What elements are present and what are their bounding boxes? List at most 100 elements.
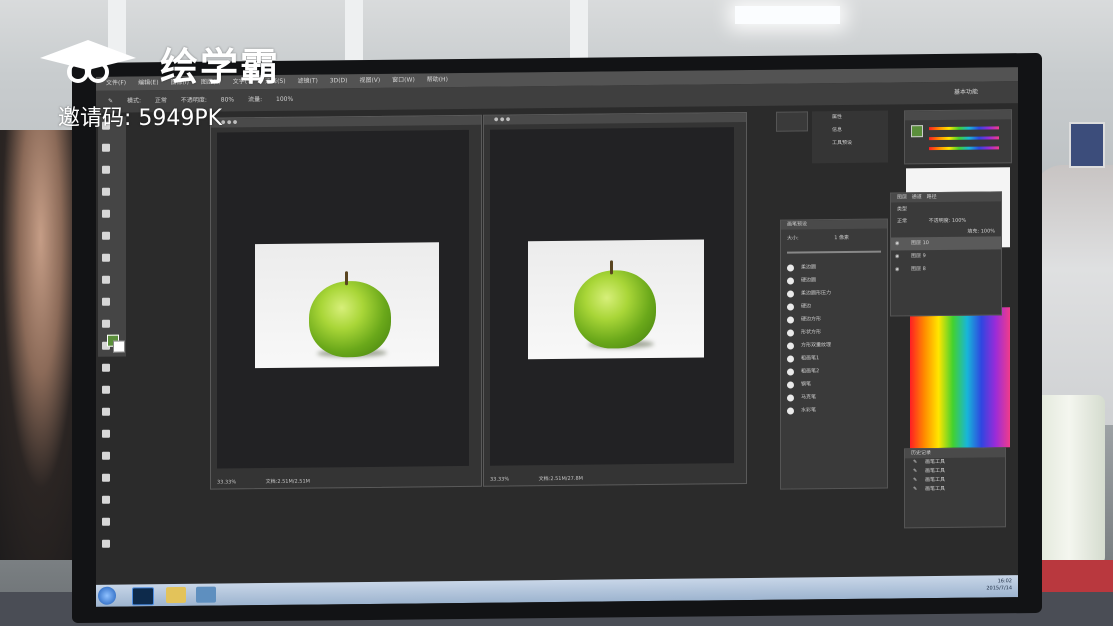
brush-tip-icon xyxy=(787,277,794,285)
document-size: 文档:2.51M/27.8M xyxy=(538,475,583,483)
blend-mode-select[interactable]: 正常 xyxy=(897,218,907,224)
tab-channels[interactable]: 通道 xyxy=(912,194,922,200)
panel-item[interactable]: 工具预设 xyxy=(812,137,888,151)
color-slider[interactable] xyxy=(929,146,999,151)
brand-title: 绘学霸 xyxy=(160,45,281,89)
panel-item[interactable]: 信息 xyxy=(812,124,888,138)
zoom-level[interactable]: 33.33% xyxy=(217,479,236,485)
layer-fill-value[interactable]: 100% xyxy=(981,228,995,234)
apple-photo-2 xyxy=(528,239,704,360)
eye-icon[interactable]: ◉ xyxy=(895,250,899,263)
menu-window[interactable]: 窗口(W) xyxy=(392,76,415,83)
flow-label: 流量: xyxy=(248,96,263,104)
monitor-screen: 文件(F) 编辑(E) 图像(I) 图层(L) 文字(Y) 选择(S) 滤镜(T… xyxy=(96,67,1018,607)
color-fg-swatch[interactable] xyxy=(911,125,923,138)
invite-code: 邀请码: 5949PK xyxy=(58,106,223,131)
brush-preset-item: 硬边 xyxy=(781,300,887,314)
layers-panel: 图层 通道 路径 类型 正常 不透明度: 100% 填充: 100% ◉ 图层 1… xyxy=(890,191,1002,317)
opacity-value[interactable]: 80% xyxy=(221,96,234,103)
layer-row[interactable]: ◉ 图层 9 xyxy=(891,249,1001,263)
document-status-1: 33.33% 文档:2.51M/2.51M xyxy=(217,477,338,486)
menu-help[interactable]: 帮助(H) xyxy=(427,76,448,83)
path-select-icon[interactable] xyxy=(102,473,110,482)
blur-tool-icon[interactable] xyxy=(102,385,110,394)
brush-preset-item: 方形双重纹理 xyxy=(781,339,887,353)
type-tool-icon[interactable] xyxy=(102,451,110,460)
shape-tool-icon[interactable] xyxy=(102,495,110,504)
panel-item[interactable]: 属性 xyxy=(812,111,888,125)
brush-tip-icon xyxy=(787,381,794,389)
tab-paths[interactable]: 路径 xyxy=(927,194,937,200)
brush-tip-icon xyxy=(787,290,794,298)
color-slider[interactable] xyxy=(929,136,999,141)
eye-icon[interactable]: ◉ xyxy=(895,237,899,250)
pen-tool-icon[interactable] xyxy=(102,429,110,438)
explorer-taskbar-icon[interactable] xyxy=(166,586,186,604)
menu-view[interactable]: 视图(V) xyxy=(359,77,380,84)
brush-preset-item: 硬边圆 xyxy=(781,274,887,288)
menu-filter[interactable]: 滤镜(T) xyxy=(298,78,318,85)
brush-preset-item: 硬边方形 xyxy=(781,313,887,327)
background-color-swatch[interactable] xyxy=(113,340,125,353)
history-item: ✎ 画笔工具 xyxy=(913,485,946,493)
dodge-tool-icon[interactable] xyxy=(102,407,110,416)
document-window-1: ● ● ● 33.33% 文档:2.51M/2.51M xyxy=(210,114,482,490)
properties-panel: 属性 信息 工具预设 xyxy=(812,110,888,164)
brush-tip-icon xyxy=(787,368,794,376)
brush-preset-item: 形状方形 xyxy=(781,326,887,340)
zoom-tool-icon[interactable] xyxy=(102,539,110,548)
start-button[interactable] xyxy=(98,586,116,605)
green-apple xyxy=(309,280,391,358)
brush-tool-icon[interactable] xyxy=(102,275,110,284)
history-panel: 历史记录 ✎ 画笔工具 ✎ 画笔工具 ✎ 画笔工具 ✎ 画笔工具 xyxy=(904,447,1006,529)
ceiling-pillar xyxy=(345,0,363,60)
layer-row[interactable]: ◉ 图层 8 xyxy=(891,262,1001,276)
color-slider[interactable] xyxy=(929,126,999,131)
workspace-select[interactable]: 基本功能 xyxy=(954,82,978,104)
stamp-tool-icon[interactable] xyxy=(102,297,110,306)
ceiling-light xyxy=(735,6,840,24)
system-clock[interactable]: 16:02 2015/7/14 xyxy=(986,578,1012,592)
brush-preset-item: 粗画笔1 xyxy=(781,352,887,366)
collapsed-panel-strip[interactable] xyxy=(776,111,808,132)
brush-preset-item: 水彩笔 xyxy=(781,404,887,418)
history-brush-icon[interactable] xyxy=(102,319,110,328)
apple-photo-1 xyxy=(255,242,439,369)
menu-3d[interactable]: 3D(D) xyxy=(330,77,348,84)
brush-preset-item: 钢笔 xyxy=(781,378,887,392)
document-tab-1[interactable]: ● ● ● xyxy=(211,115,481,128)
flow-value[interactable]: 100% xyxy=(276,96,293,103)
eyedropper-icon[interactable] xyxy=(102,231,110,240)
healing-brush-icon[interactable] xyxy=(102,253,110,262)
color-panel-header xyxy=(905,110,1011,121)
apple-stem xyxy=(345,271,348,286)
document-canvas-2[interactable] xyxy=(490,127,734,466)
photoshop-taskbar-icon[interactable] xyxy=(132,587,154,606)
ceiling-pillar xyxy=(570,0,588,60)
zoom-level[interactable]: 33.33% xyxy=(490,477,509,483)
color-spectrum[interactable] xyxy=(910,307,1010,449)
hand-tool-icon[interactable] xyxy=(102,517,110,526)
layer-row[interactable]: ◉ 图层 10 xyxy=(891,236,1001,251)
tools-panel xyxy=(98,116,126,548)
brush-tip-icon xyxy=(787,316,794,324)
layer-opacity-value[interactable]: 100% xyxy=(952,218,966,224)
app-taskbar-icon[interactable] xyxy=(196,586,216,603)
crop-tool-icon[interactable] xyxy=(102,209,110,218)
document-canvas-1[interactable] xyxy=(217,129,469,469)
tab-layers[interactable]: 图层 xyxy=(897,194,907,200)
gradient-tool-icon[interactable] xyxy=(102,363,110,372)
menu-edit[interactable]: 编辑(E) xyxy=(138,79,158,86)
marquee-tool-icon[interactable] xyxy=(102,143,110,152)
layer-kind-select[interactable]: 类型 xyxy=(897,206,907,212)
brush-size-slider[interactable] xyxy=(787,250,881,254)
brush-preset-item: 柔边圆 xyxy=(781,261,887,275)
document-tab-2[interactable]: ● ● ● xyxy=(484,113,746,125)
brush-size-value[interactable]: 1 像素 xyxy=(834,235,849,241)
magic-wand-icon[interactable] xyxy=(102,187,110,196)
lasso-tool-icon[interactable] xyxy=(102,165,110,174)
brush-tip-icon xyxy=(787,355,794,363)
layer-filter-row: 类型 xyxy=(891,201,1001,215)
eye-icon[interactable]: ◉ xyxy=(895,263,899,276)
brush-tip-icon xyxy=(787,303,794,311)
